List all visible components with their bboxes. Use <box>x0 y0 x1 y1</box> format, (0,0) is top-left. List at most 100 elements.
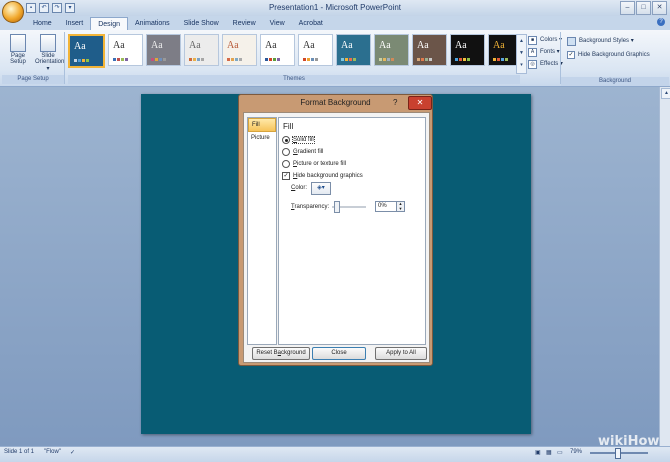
dialog-help-icon[interactable]: ? <box>393 98 397 107</box>
theme-thumbnail[interactable]: Aa <box>222 34 257 66</box>
tab-insert[interactable]: Insert <box>59 17 91 30</box>
theme-color-dot <box>459 58 462 61</box>
tab-home[interactable]: Home <box>26 17 59 30</box>
theme-color-dot <box>387 58 390 61</box>
theme-thumbnail[interactable]: Aa <box>450 34 485 66</box>
theme-colors-button[interactable]: ■ Colors ▾ <box>528 34 563 46</box>
close-button[interactable]: ✕ <box>652 1 667 15</box>
page-setup-icon <box>10 34 26 52</box>
paint-bucket-icon: ◈▾ <box>317 185 325 191</box>
minimize-button[interactable]: – <box>620 1 635 15</box>
theme-sample-text: Aa <box>455 40 467 51</box>
color-picker-button[interactable]: ◈▾ <box>311 182 331 195</box>
maximize-button[interactable]: □ <box>636 1 651 15</box>
vertical-scrollbar[interactable]: ▲ <box>659 87 670 446</box>
nav-item-picture[interactable]: Picture <box>248 132 276 144</box>
theme-color-dot <box>163 58 166 61</box>
transparency-label: Transparency: <box>291 204 330 210</box>
radio-icon <box>282 136 290 144</box>
tab-review[interactable]: Review <box>226 17 263 30</box>
theme-color-dots <box>455 58 470 61</box>
theme-thumbnail[interactable]: Aa <box>260 34 295 66</box>
tab-design[interactable]: Design <box>90 17 128 31</box>
picture-texture-fill-label: Picture or texture fill <box>293 161 347 167</box>
picture-texture-fill-option[interactable]: Picture or texture fill <box>282 159 346 169</box>
theme-thumbnail[interactable]: Aa <box>336 34 371 66</box>
theme-color-dot <box>155 58 158 61</box>
theme-sample-text: Aa <box>74 41 86 52</box>
normal-view-icon[interactable]: ▣ <box>535 449 541 456</box>
theme-color-dot <box>303 58 306 61</box>
apply-to-all-button[interactable]: Apply to All <box>375 347 427 360</box>
hide-background-graphics-checkbox[interactable]: ✓ Hide Background Graphics <box>561 48 669 62</box>
theme-color-dot <box>421 58 424 61</box>
theme-thumbnail[interactable]: Aa <box>184 34 219 66</box>
help-icon[interactable]: ? <box>657 18 665 26</box>
theme-color-dot <box>311 58 314 61</box>
window-title: Presentation1 - Microsoft PowerPoint <box>268 3 402 12</box>
theme-sample-text: Aa <box>417 40 429 51</box>
theme-color-dot <box>353 58 356 61</box>
tab-view[interactable]: View <box>263 17 292 30</box>
zoom-slider-thumb[interactable] <box>615 448 621 459</box>
slide-orientation-button[interactable]: Slide Orientation ▾ <box>35 32 65 75</box>
theme-thumbnail[interactable]: Aa <box>146 34 181 66</box>
theme-sample-text: Aa <box>189 40 201 51</box>
gallery-more-icon[interactable]: ▾ <box>517 59 526 71</box>
slide-sorter-icon[interactable]: ▦ <box>546 449 552 456</box>
slide-show-icon[interactable]: ▭ <box>557 449 563 456</box>
tab-slide-show[interactable]: Slide Show <box>177 17 226 30</box>
gradient-fill-option[interactable]: Gradient fill <box>282 147 323 157</box>
page-setup-button[interactable]: Page Setup <box>5 32 31 75</box>
gallery-up-icon[interactable]: ▲ <box>517 35 526 47</box>
reset-background-button[interactable]: Reset Background <box>252 347 310 360</box>
tab-animations[interactable]: Animations <box>128 17 177 30</box>
hide-background-graphics-option[interactable]: ✓ Hide background graphics <box>282 171 363 181</box>
theme-color-dot <box>201 58 204 61</box>
transparency-slider-thumb[interactable] <box>334 201 340 213</box>
tab-acrobat[interactable]: Acrobat <box>292 17 330 30</box>
theme-options: ■ Colors ▾ A Fonts ▾ ◎ Effects ▾ <box>528 34 563 70</box>
theme-color-dots <box>113 58 128 61</box>
theme-color-dots <box>493 58 508 61</box>
color-swatch-icon: ■ <box>528 35 537 45</box>
zoom-level[interactable]: 79% <box>570 449 582 455</box>
solid-fill-option[interactable]: Solid fill <box>282 135 315 145</box>
theme-fonts-button[interactable]: A Fonts ▾ <box>528 46 563 58</box>
spellcheck-icon[interactable]: ✓ <box>70 449 75 456</box>
theme-color-dot <box>417 58 420 61</box>
theme-thumbnail[interactable]: Aa <box>108 34 143 66</box>
theme-thumbnail[interactable]: Aa <box>298 34 333 66</box>
themes-gallery: Aa Aa Aa Aa Aa Aa Aa Aa Aa Aa Aa Aa <box>68 34 523 68</box>
spin-down-icon[interactable]: ▼ <box>397 206 404 212</box>
solid-fill-label: Solid fill <box>292 136 315 144</box>
fonts-icon: A <box>528 47 537 57</box>
theme-effects-button[interactable]: ◎ Effects ▾ <box>528 58 563 70</box>
theme-sample-text: Aa <box>113 40 125 51</box>
theme-color-dot <box>227 58 230 61</box>
nav-item-fill[interactable]: Fill <box>248 118 276 132</box>
gallery-down-icon[interactable]: ▼ <box>517 47 526 59</box>
transparency-spinner[interactable]: ▲ ▼ <box>396 201 405 212</box>
theme-color-dot <box>86 59 89 62</box>
transparency-input[interactable]: 0% <box>375 201 398 212</box>
theme-color-dot <box>345 58 348 61</box>
theme-thumbnail[interactable]: Aa <box>374 34 409 66</box>
themes-gallery-scroll[interactable]: ▲ ▼ ▾ <box>516 34 527 74</box>
theme-thumbnail[interactable]: Aa <box>412 34 447 66</box>
slide-orientation-label: Slide Orientation ▾ <box>35 53 65 72</box>
theme-color-dots <box>379 58 394 61</box>
hide-background-graphics-label: Hide Background Graphics <box>578 52 650 58</box>
window-controls: – □ ✕ <box>620 1 667 15</box>
office-button-icon[interactable] <box>2 1 24 23</box>
theme-color-dots <box>227 58 242 61</box>
dialog-close-button[interactable]: ✕ <box>408 96 432 110</box>
theme-thumbnail[interactable]: Aa <box>68 34 105 68</box>
background-styles-button[interactable]: Background Styles ▾ <box>561 34 669 48</box>
theme-color-dot <box>425 58 428 61</box>
close-dialog-button[interactable]: Close <box>312 347 366 360</box>
theme-color-dot <box>463 58 466 61</box>
theme-color-dot <box>125 58 128 61</box>
dialog-body: Fill Picture Fill Solid fill Gradient fi… <box>243 112 430 363</box>
scroll-up-icon[interactable]: ▲ <box>661 88 670 99</box>
